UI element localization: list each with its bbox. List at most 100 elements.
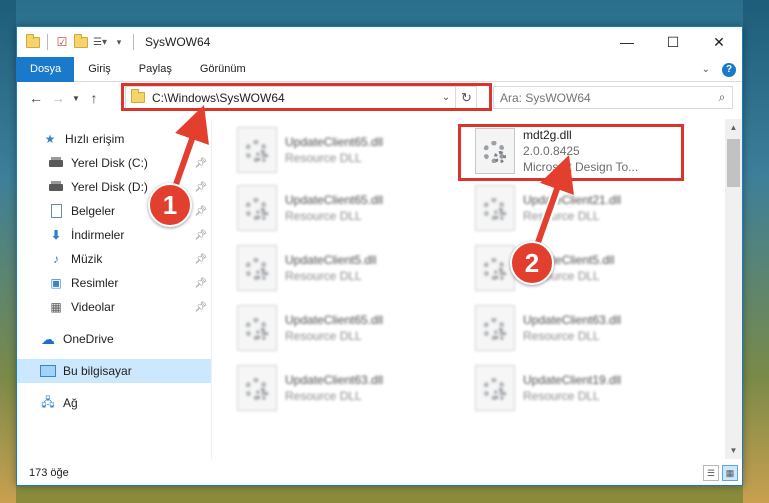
sidebar-item-quick-access[interactable]: ★ Hızlı erişim bbox=[17, 127, 211, 151]
sidebar-item-pictures[interactable]: ▣ Resimler 📌︎ bbox=[17, 271, 211, 295]
address-path[interactable]: C:\Windows\SysWOW64 bbox=[152, 91, 438, 105]
new-folder-icon[interactable] bbox=[73, 33, 89, 50]
forward-arrow-icon[interactable]: → bbox=[47, 87, 69, 109]
title-bar: ☑ ☰▾ ▾ SysWOW64 — ☐ ✕ bbox=[17, 27, 742, 57]
folder-icon bbox=[130, 89, 146, 106]
scroll-down-icon[interactable]: ▼ bbox=[725, 442, 742, 459]
sidebar-item-label: Yerel Disk (D:) bbox=[71, 180, 148, 194]
tab-view[interactable]: Görünüm bbox=[186, 57, 260, 82]
pin-icon[interactable]: 📌︎ bbox=[194, 230, 207, 241]
file-name: mdt2g.dll bbox=[523, 128, 572, 142]
list-item[interactable]: UpdateClient5.dll Resource DLL bbox=[237, 243, 459, 293]
tab-home[interactable]: Giriş bbox=[74, 57, 125, 82]
dll-file-icon bbox=[237, 127, 277, 173]
customize-toolbar-icon[interactable]: ☰▾ bbox=[92, 34, 108, 50]
file-name: UpdateClient63.dll bbox=[285, 373, 384, 387]
recent-locations-chevron-icon[interactable]: ▼ bbox=[69, 87, 83, 109]
search-input[interactable] bbox=[500, 90, 712, 105]
file-description: Resource DLL bbox=[523, 209, 600, 223]
minimize-button[interactable]: — bbox=[604, 27, 650, 57]
sidebar-item-network[interactable]: 🖧︎ Ağ bbox=[17, 391, 211, 415]
list-item[interactable]: UpdateClient65.dll Resource DLL bbox=[237, 303, 459, 353]
list-item[interactable]: UpdateClient63.dll Resource DLL bbox=[475, 303, 697, 353]
dll-file-icon bbox=[237, 305, 277, 351]
navigation-bar: ← → ▼ ↑ C:\Windows\SysWOW64 ⌄ ↻ ⌕ bbox=[17, 83, 742, 113]
navigation-pane: ★ Hızlı erişim Yerel Disk (C:) 📌︎ Yerel … bbox=[17, 119, 211, 459]
chevron-down-icon[interactable]: ⌄ bbox=[702, 64, 710, 75]
file-description: Resource DLL bbox=[523, 329, 600, 343]
step-2-badge: 2 bbox=[510, 241, 554, 285]
maximize-button[interactable]: ☐ bbox=[650, 27, 696, 57]
list-item[interactable]: UpdateClient65.dll Resource DLL bbox=[237, 183, 459, 233]
chevron-down-icon[interactable]: ⌄ bbox=[438, 92, 454, 103]
file-description: Resource DLL bbox=[285, 151, 362, 165]
music-icon: ♪ bbox=[53, 252, 59, 266]
sidebar-item-downloads[interactable]: ⬇ İndirmeler 📌︎ bbox=[17, 223, 211, 247]
dll-file-icon bbox=[237, 245, 277, 291]
videos-icon: ▦ bbox=[50, 300, 62, 314]
file-version: 2.0.0.8425 bbox=[523, 144, 580, 158]
pin-icon[interactable]: 📌︎ bbox=[194, 182, 207, 193]
chevron-down-icon[interactable]: ▾ bbox=[111, 34, 127, 50]
desktop-background-right bbox=[743, 0, 769, 503]
pane-divider bbox=[211, 119, 212, 459]
step-1-badge: 1 bbox=[148, 183, 192, 227]
sidebar-item-label: Hızlı erişim bbox=[65, 132, 125, 146]
drive-icon bbox=[47, 179, 65, 195]
pin-icon[interactable]: 📌︎ bbox=[194, 302, 207, 313]
search-box[interactable]: ⌕ bbox=[493, 86, 733, 109]
refresh-icon[interactable]: ↻ bbox=[455, 86, 477, 109]
network-icon: 🖧︎ bbox=[41, 394, 55, 409]
list-item[interactable]: UpdateClient63.dll Resource DLL bbox=[237, 363, 459, 413]
sidebar-item-music[interactable]: ♪ Müzik 📌︎ bbox=[17, 247, 211, 271]
scroll-up-icon[interactable]: ▲ bbox=[725, 119, 742, 136]
desktop-background-left bbox=[0, 0, 16, 503]
file-name: UpdateClient21.dll bbox=[523, 193, 622, 207]
scrollbar-thumb[interactable] bbox=[727, 139, 740, 187]
help-icon[interactable]: ? bbox=[722, 62, 736, 77]
list-item[interactable]: UpdateClient65.dll Resource DLL bbox=[237, 125, 459, 175]
sidebar-item-onedrive[interactable]: ☁ OneDrive bbox=[17, 327, 211, 351]
close-button[interactable]: ✕ bbox=[696, 27, 742, 57]
file-description: Resource DLL bbox=[285, 329, 362, 343]
file-description: Resource DLL bbox=[285, 389, 362, 403]
list-item[interactable]: UpdateClient19.dll Resource DLL bbox=[475, 363, 697, 413]
star-icon: ★ bbox=[44, 132, 56, 146]
sidebar-item-videos[interactable]: ▦ Videolar 📌︎ bbox=[17, 295, 211, 319]
address-bar[interactable]: C:\Windows\SysWOW64 ⌄ bbox=[125, 86, 477, 109]
list-item[interactable]: UpdateClient21.dll Resource DLL bbox=[475, 183, 697, 233]
sidebar-item-label: Yerel Disk (C:) bbox=[71, 156, 148, 170]
tiles-view-icon[interactable]: ▦ bbox=[722, 465, 738, 481]
file-name: UpdateClient65.dll bbox=[285, 135, 384, 149]
pin-icon[interactable]: 📌︎ bbox=[194, 206, 207, 217]
file-name: UpdateClient19.dll bbox=[523, 373, 622, 387]
sidebar-item-label: Bu bilgisayar bbox=[63, 364, 132, 378]
item-count: 173 öğe bbox=[29, 467, 69, 479]
pictures-icon: ▣ bbox=[50, 276, 62, 290]
pin-icon[interactable]: 📌︎ bbox=[194, 254, 207, 265]
sidebar-item-label: İndirmeler bbox=[71, 228, 125, 242]
tab-file[interactable]: Dosya bbox=[17, 56, 75, 82]
sidebar-item-label: Belgeler bbox=[71, 204, 116, 218]
search-icon[interactable]: ⌕ bbox=[712, 90, 732, 105]
back-arrow-icon[interactable]: ← bbox=[25, 87, 47, 109]
dll-file-icon bbox=[237, 365, 277, 411]
window-controls: — ☐ ✕ bbox=[604, 27, 742, 57]
list-item-mdt2g[interactable]: mdt2g.dll 2.0.0.8425 Microsoft Design To… bbox=[475, 123, 697, 179]
dll-file-icon bbox=[475, 128, 515, 174]
pin-icon[interactable]: 📌︎ bbox=[194, 278, 207, 289]
dll-file-icon bbox=[475, 365, 515, 411]
details-view-icon[interactable]: ☰ bbox=[703, 465, 719, 481]
sidebar-item-disk-c[interactable]: Yerel Disk (C:) 📌︎ bbox=[17, 151, 211, 175]
quick-access-toolbar: ☑ ☰▾ ▾ bbox=[17, 27, 137, 57]
pin-icon[interactable]: 📌︎ bbox=[194, 158, 207, 169]
properties-icon[interactable]: ☑ bbox=[54, 34, 70, 50]
up-arrow-icon[interactable]: ↑ bbox=[83, 87, 105, 109]
status-bar: 173 öğe ☰ ▦ bbox=[17, 461, 742, 485]
vertical-scrollbar[interactable]: ▲ ▼ bbox=[725, 119, 742, 459]
download-icon: ⬇ bbox=[50, 228, 62, 242]
drive-icon bbox=[47, 155, 65, 171]
sidebar-item-this-pc[interactable]: Bu bilgisayar bbox=[17, 359, 211, 383]
tab-share[interactable]: Paylaş bbox=[125, 57, 186, 82]
list-item[interactable]: UpdateClient5.dll Resource DLL bbox=[475, 243, 697, 293]
